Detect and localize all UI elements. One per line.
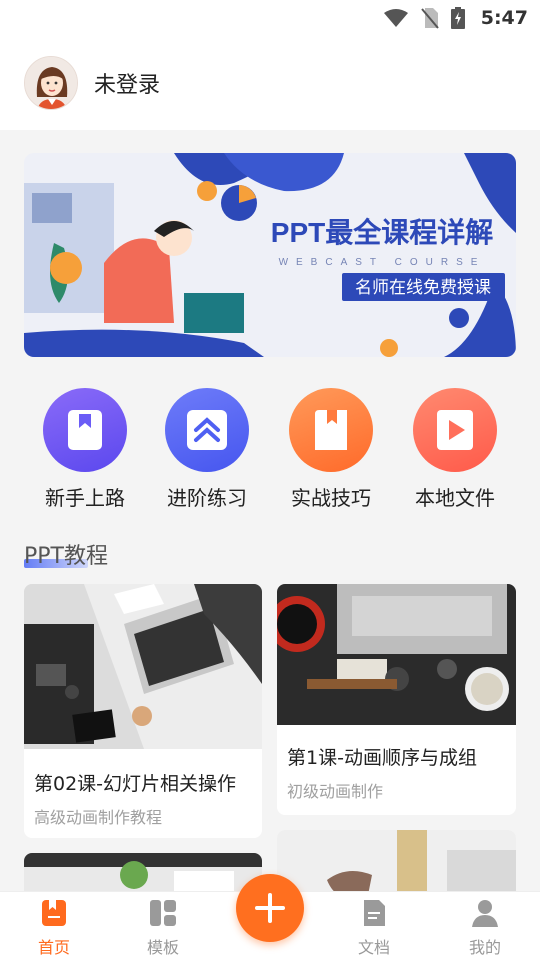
nav-docs[interactable]: 文档 — [334, 898, 414, 958]
course-title: 第1课-动画顺序与成组 — [287, 747, 477, 769]
play-icon[interactable] — [413, 388, 497, 472]
battery-charging-icon — [450, 7, 465, 29]
home-book-icon — [42, 900, 66, 926]
no-sim-icon — [420, 8, 439, 29]
course-thumbnail[interactable] — [24, 584, 262, 749]
nav-home[interactable]: 首页 — [14, 898, 94, 958]
grid-icon — [150, 900, 176, 926]
promo-banner[interactable]: PPT最全课程详解 WEBCAST COURSE 名师在线免费授课 — [24, 153, 516, 357]
status-bar: 5:47 — [0, 0, 540, 36]
course-card[interactable]: 第1课-动画顺序与成组 初级动画制作 — [277, 584, 516, 815]
course-title: 第02课-幻灯片相关操作 — [34, 773, 237, 795]
nav-label: 我的 — [468, 938, 501, 957]
course-thumbnail[interactable] — [277, 584, 516, 725]
shortcut-local-files[interactable]: 本地文件 — [400, 388, 510, 511]
book-icon[interactable] — [289, 388, 373, 472]
nav-label: 文档 — [357, 938, 390, 957]
shortcut-label: 实战技巧 — [291, 486, 371, 510]
shortcut-label: 进阶练习 — [167, 486, 247, 510]
banner-subtitle: WEBCAST COURSE — [279, 257, 486, 268]
nav-label: 模板 — [146, 938, 179, 957]
clock: 5:47 — [480, 7, 528, 29]
chevron-up-icon[interactable] — [165, 388, 249, 472]
plus-icon — [255, 893, 285, 923]
banner-title: PPT最全课程详解 — [271, 216, 493, 248]
bookmark-icon[interactable] — [43, 388, 127, 472]
shortcut-skills[interactable]: 实战技巧 — [276, 388, 386, 511]
shortcut-label: 本地文件 — [415, 486, 495, 510]
profile-header[interactable]: 未登录 — [0, 36, 540, 130]
shortcut-advanced[interactable]: 进阶练习 — [152, 388, 262, 511]
banner-tagline: 名师在线免费授课 — [355, 278, 491, 297]
section-title: PPT教程 — [24, 544, 108, 569]
avatar[interactable] — [24, 56, 78, 110]
course-subtitle: 高级动画制作教程 — [34, 808, 163, 827]
document-icon — [364, 900, 385, 926]
username-label[interactable]: 未登录 — [94, 67, 160, 99]
shortcut-beginner[interactable]: 新手上路 — [30, 388, 140, 511]
person-icon — [472, 900, 498, 927]
shortcut-grid: 新手上路 进阶练习 实战技巧 本地文件 — [0, 388, 540, 511]
nav-templates[interactable]: 模板 — [123, 898, 203, 958]
course-subtitle: 初级动画制作 — [287, 782, 384, 801]
wifi-icon — [383, 9, 408, 27]
create-button[interactable] — [236, 874, 304, 942]
nav-label: 首页 — [37, 938, 70, 957]
shortcut-label: 新手上路 — [45, 486, 125, 510]
course-card[interactable]: 第02课-幻灯片相关操作 高级动画制作教程 — [24, 584, 262, 838]
nav-mine[interactable]: 我的 — [445, 898, 525, 958]
